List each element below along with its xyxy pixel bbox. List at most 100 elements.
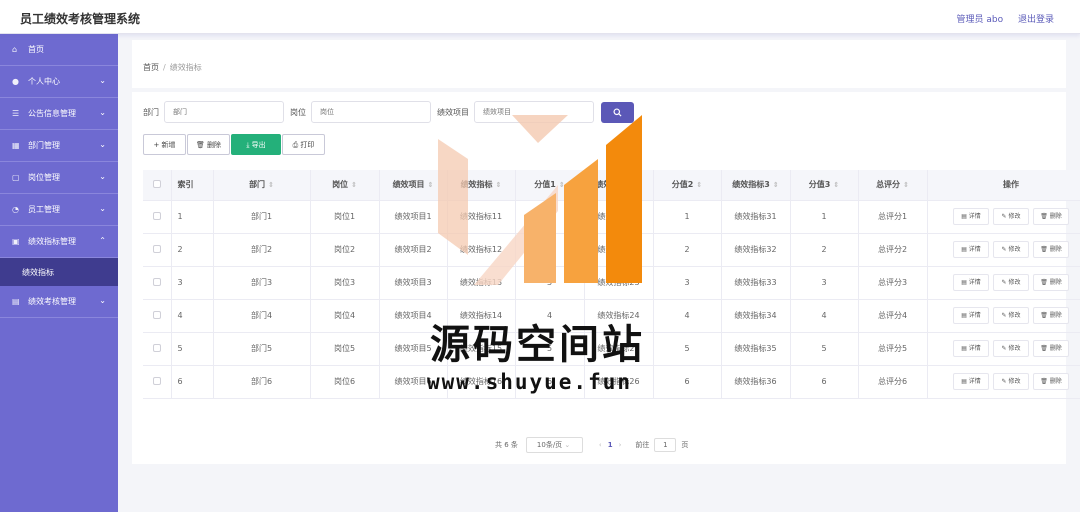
watermark-url: www.shuyue.fun	[427, 370, 633, 394]
sidebar-item-label: 员工管理	[28, 205, 60, 214]
edit-button[interactable]: ✎ 修改	[993, 373, 1029, 390]
detail-button[interactable]: ▤ 详情	[953, 241, 989, 258]
sort-icon[interactable]: ⇕	[773, 181, 779, 189]
sidebar-item-1[interactable]: ● 个人中心 ⌄	[0, 66, 118, 98]
row-checkbox[interactable]	[152, 277, 161, 286]
delete-button[interactable]: 🗑 删除	[187, 134, 230, 155]
column-header[interactable]: 部门 ⇕	[213, 170, 311, 201]
column-header[interactable]: 总评分 ⇕	[858, 170, 928, 201]
detail-button[interactable]: ▤ 详情	[953, 307, 989, 324]
dept-input[interactable]	[164, 101, 284, 123]
watermark-text: 源码空间站	[430, 322, 645, 368]
add-button[interactable]: + 新增	[143, 134, 186, 155]
action-label: 详情	[968, 345, 981, 352]
current-user[interactable]: 管理员 abo	[957, 15, 1004, 25]
table-cell: 1	[171, 200, 214, 234]
toolbar: + 新增 🗑 删除 ⤓ 导出 ⎙ 打印	[143, 134, 326, 155]
sidebar-item-4[interactable]: ▢ 岗位管理 ⌄	[0, 162, 118, 194]
column-header[interactable]: 分值2 ⇕	[653, 170, 722, 201]
sort-icon[interactable]: ⇕	[833, 181, 839, 189]
grid-icon: ▦	[12, 141, 20, 150]
logout-link[interactable]: 退出登录	[1018, 15, 1054, 25]
row-checkbox[interactable]	[152, 310, 161, 319]
row-select-cell	[143, 266, 172, 300]
row-delete-button[interactable]: 🗑 删除	[1033, 307, 1069, 324]
sidebar-item-label: 首页	[28, 45, 44, 54]
goto-input[interactable]: 1	[654, 438, 677, 452]
row-delete-button[interactable]: 🗑 删除	[1033, 208, 1069, 225]
prev-page-button[interactable]: ‹	[599, 441, 602, 449]
select-all-header	[143, 170, 172, 201]
row-checkbox[interactable]	[152, 244, 161, 253]
action-label: 删除	[1049, 213, 1062, 220]
row-actions: ▤ 详情 ✎ 修改 🗑 删除	[927, 332, 1080, 366]
row-checkbox[interactable]	[152, 211, 161, 220]
post-label: 岗位	[290, 107, 306, 117]
table-cell: 2	[790, 233, 859, 267]
column-header[interactable]: 岗位 ⇕	[310, 170, 380, 201]
chevron-down-icon: ⌄	[99, 76, 106, 85]
total-count: 共 6 条	[495, 441, 518, 449]
sidebar-subitem-active[interactable]: 绩效指标	[0, 258, 118, 286]
table-cell: 1	[790, 200, 859, 234]
row-delete-button[interactable]: 🗑 删除	[1033, 241, 1069, 258]
row-checkbox[interactable]	[152, 376, 161, 385]
sidebar-item-3[interactable]: ▦ 部门管理 ⌄	[0, 130, 118, 162]
detail-button[interactable]: ▤ 详情	[953, 274, 989, 291]
document-icon: ▤	[961, 312, 969, 319]
print-button[interactable]: ⎙ 打印	[282, 134, 325, 155]
detail-button[interactable]: ▤ 详情	[953, 373, 989, 390]
table-cell: 总评分3	[858, 266, 928, 300]
sidebar-item-7[interactable]: ▤ 绩效考核管理 ⌄	[0, 286, 118, 318]
row-checkbox[interactable]	[152, 343, 161, 352]
column-header-label: 岗位	[332, 180, 349, 190]
page-size-select[interactable]: 10条/页 ⌄	[525, 437, 583, 453]
sidebar-item-6[interactable]: ▣ 绩效指标管理 ⌃	[0, 226, 118, 258]
column-header[interactable]: 绩效指标3 ⇕	[721, 170, 791, 201]
detail-button[interactable]: ▤ 详情	[953, 340, 989, 357]
table-cell: 岗位5	[310, 332, 380, 366]
sidebar-item-5[interactable]: ◔ 员工管理 ⌄	[0, 194, 118, 226]
action-label: 删除	[1049, 378, 1062, 385]
chevron-down-icon: ⌄	[99, 204, 106, 213]
sort-icon[interactable]: ⇕	[268, 181, 274, 189]
table-cell: 2	[653, 233, 722, 267]
sidebar-item-0[interactable]: ⌂ 首页	[0, 34, 118, 66]
post-input[interactable]	[311, 101, 431, 123]
edit-button[interactable]: ✎ 修改	[993, 241, 1029, 258]
edit-button[interactable]: ✎ 修改	[993, 340, 1029, 357]
home-icon: ⌂	[12, 45, 18, 54]
column-header[interactable]: 绩效项目 ⇕	[379, 170, 448, 201]
sort-icon[interactable]: ⇕	[903, 181, 909, 189]
row-select-cell	[143, 299, 172, 333]
next-page-button[interactable]: ›	[619, 441, 622, 449]
row-delete-button[interactable]: 🗑 删除	[1033, 373, 1069, 390]
document-icon: ▤	[961, 246, 969, 253]
table-cell: 部门3	[213, 266, 311, 300]
sort-icon[interactable]: ⇕	[351, 181, 357, 189]
select-all-checkbox[interactable]	[152, 179, 161, 188]
sidebar-item-label: 岗位管理	[28, 173, 60, 182]
page-number[interactable]: 1	[608, 441, 613, 449]
table-cell: 绩效指标36	[721, 365, 791, 399]
column-header: 操作	[927, 170, 1080, 201]
table-cell: 2	[171, 233, 214, 267]
row-delete-button[interactable]: 🗑 删除	[1033, 274, 1069, 291]
row-actions: ▤ 详情 ✎ 修改 🗑 删除	[927, 233, 1080, 267]
edit-button[interactable]: ✎ 修改	[993, 307, 1029, 324]
export-button[interactable]: ⤓ 导出	[231, 134, 281, 155]
sort-icon[interactable]: ⇕	[696, 181, 702, 189]
column-header[interactable]: 分值3 ⇕	[790, 170, 859, 201]
pagination: 共 6 条 10条/页 ⌄ ‹ 1 › 前往 1 页	[495, 437, 688, 453]
table-cell: 部门1	[213, 200, 311, 234]
chevron-down-icon: ⌄	[99, 172, 106, 181]
edit-button[interactable]: ✎ 修改	[993, 208, 1029, 225]
edit-button[interactable]: ✎ 修改	[993, 274, 1029, 291]
sidebar-item-2[interactable]: ☰ 公告信息管理 ⌄	[0, 98, 118, 130]
detail-button[interactable]: ▤ 详情	[953, 208, 989, 225]
breadcrumb-home[interactable]: 首页	[143, 63, 159, 72]
sort-icon[interactable]: ⇕	[428, 181, 434, 189]
table-cell: 4	[790, 299, 859, 333]
action-label: 详情	[968, 279, 981, 286]
row-delete-button[interactable]: 🗑 删除	[1033, 340, 1069, 357]
